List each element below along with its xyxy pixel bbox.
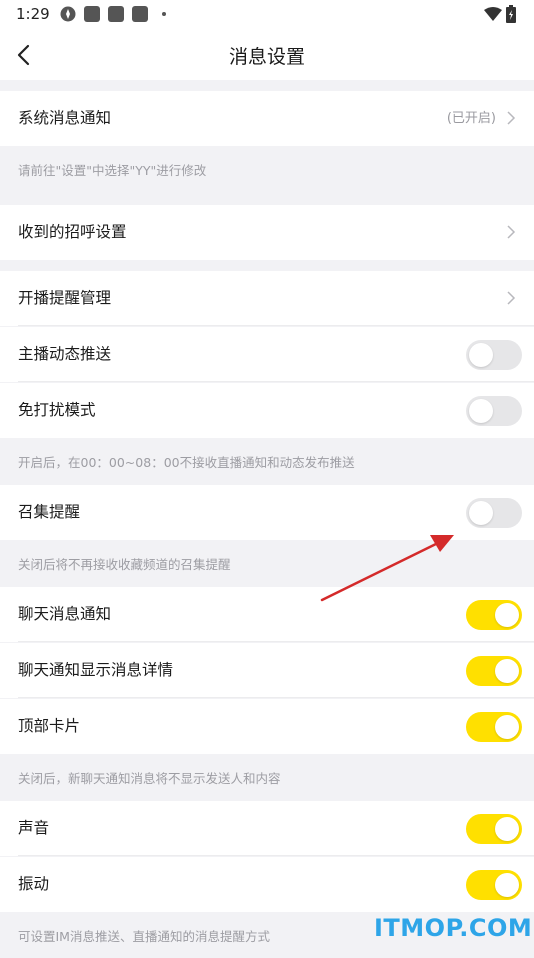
annotation-arrow xyxy=(320,535,454,602)
system-notification-label: 系统消息通知 xyxy=(18,109,112,127)
toggle-knob xyxy=(469,343,493,367)
page-title: 消息设置 xyxy=(228,46,305,68)
vibrate-row: 振动 xyxy=(0,857,534,912)
toggle-knob xyxy=(469,399,493,423)
dnd-hint: 开启后，在00：00~08：00不接收直播通知和动态发布推送 xyxy=(0,438,534,484)
toggle-knob xyxy=(469,501,493,525)
hint-text: 请前往"设置"中选择"YY"进行修改 xyxy=(18,163,207,178)
chevron-right-icon xyxy=(507,225,516,239)
anchor-push-label: 主播动态推送 xyxy=(18,345,112,363)
chevron-right-icon xyxy=(507,291,516,305)
sound-label: 声音 xyxy=(18,819,50,837)
more-notifications-icon xyxy=(162,12,166,16)
system-notification-hint: 请前往"设置"中选择"YY"进行修改 xyxy=(0,146,534,192)
divider xyxy=(18,641,534,642)
status-bar: 1:29 xyxy=(0,0,534,30)
hint-text: 关闭后将不再接收收藏频道的召集提醒 xyxy=(18,557,231,572)
divider xyxy=(18,325,534,326)
broadcast-reminder-label: 开播提醒管理 xyxy=(18,289,112,307)
system-notification-status: (已开启) xyxy=(446,111,496,126)
toggle-knob xyxy=(495,817,519,841)
chat-detail-label: 聊天通知显示消息详情 xyxy=(18,661,174,679)
sound-row: 声音 xyxy=(0,801,534,856)
sound-toggle[interactable] xyxy=(466,814,522,844)
notification-icon xyxy=(84,6,100,22)
status-time: 1:29 xyxy=(16,5,50,23)
gather-reminder-toggle[interactable] xyxy=(466,498,522,528)
chat-detail-row: 聊天通知显示消息详情 xyxy=(0,643,534,698)
top-card-row: 顶部卡片 xyxy=(0,699,534,754)
app-notification-icon xyxy=(60,6,76,22)
divider xyxy=(18,381,534,382)
gather-reminder-label: 召集提醒 xyxy=(18,503,81,521)
chevron-right-icon xyxy=(507,111,516,125)
wifi-icon xyxy=(484,7,502,21)
toggle-knob xyxy=(495,715,519,739)
chat-notification-toggle[interactable] xyxy=(466,600,522,630)
dnd-mode-toggle[interactable] xyxy=(466,396,522,426)
toggle-knob xyxy=(495,873,519,897)
notification-icon xyxy=(108,6,124,22)
vibrate-toggle[interactable] xyxy=(466,870,522,900)
greeting-settings-row[interactable]: 收到的招呼设置 xyxy=(0,205,534,260)
notification-icon xyxy=(132,6,148,22)
greeting-settings-label: 收到的招呼设置 xyxy=(18,223,127,241)
divider xyxy=(18,697,534,698)
anchor-push-row: 主播动态推送 xyxy=(0,327,534,382)
hint-text: 可设置IM消息推送、直播通知的消息提醒方式 xyxy=(18,929,270,944)
top-card-label: 顶部卡片 xyxy=(18,717,81,735)
toggle-knob xyxy=(495,603,519,627)
anchor-push-toggle[interactable] xyxy=(466,340,522,370)
hint-text: 关闭后，新聊天通知消息将不显示发送人和内容 xyxy=(18,771,281,786)
divider xyxy=(18,855,534,856)
chat-notification-label: 聊天消息通知 xyxy=(18,605,112,623)
hint-text: 开启后，在00：00~08：00不接收直播通知和动态发布推送 xyxy=(18,455,355,470)
toggle-knob xyxy=(495,659,519,683)
dnd-mode-row: 免打扰模式 xyxy=(0,383,534,438)
dnd-mode-label: 免打扰模式 xyxy=(18,401,96,419)
top-card-toggle[interactable] xyxy=(466,712,522,742)
broadcast-reminder-row[interactable]: 开播提醒管理 xyxy=(0,271,534,326)
nav-bar: 消息设置 xyxy=(0,30,534,80)
battery-icon xyxy=(506,5,516,23)
chat-detail-toggle[interactable] xyxy=(466,656,522,686)
system-notification-row[interactable]: 系统消息通知 (已开启) xyxy=(0,91,534,146)
chat-hint: 关闭后，新聊天通知消息将不显示发送人和内容 xyxy=(0,754,534,800)
watermark: ITMOP.COM xyxy=(374,914,533,942)
vibrate-label: 振动 xyxy=(18,875,50,893)
